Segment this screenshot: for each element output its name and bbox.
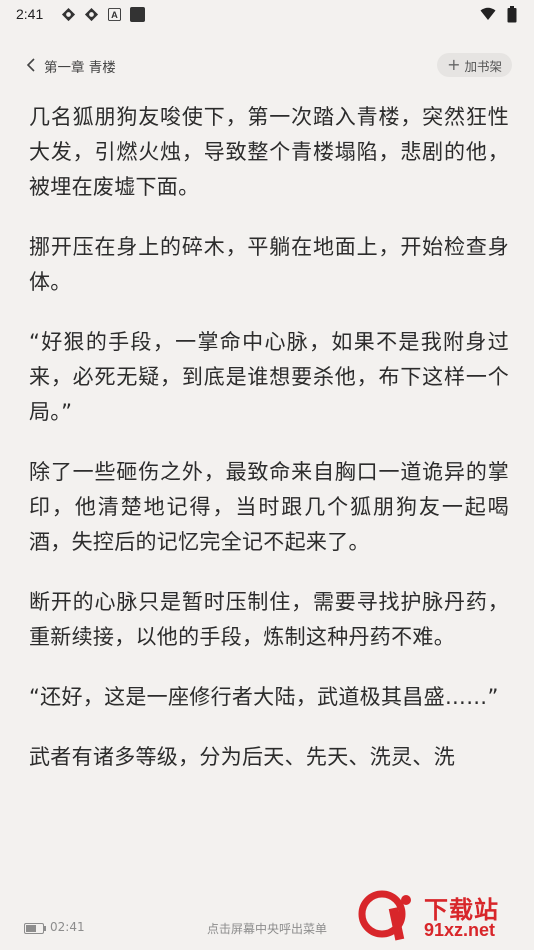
chevron-left-icon [26, 57, 36, 76]
site-watermark: 下载站 91xz.net [358, 888, 530, 946]
watermark-logo-icon [358, 890, 411, 941]
back-button[interactable]: 第一章 青楼 [26, 56, 116, 76]
add-to-bookshelf-button[interactable]: + 加书架 [437, 53, 512, 77]
status-right [480, 5, 520, 22]
status-time: 2:41 [16, 6, 44, 22]
paragraph: “还好，这是一座修行者大陆，武道极其昌盛……” [29, 685, 499, 709]
wifi-icon [480, 6, 496, 22]
app-a-icon: A [106, 6, 122, 22]
paragraph: 武者有诸多等级，分为后天、先天、洗灵、洗 [29, 745, 455, 769]
status-bar: 2:41 A [0, 0, 534, 30]
svg-text:A: A [111, 10, 118, 20]
square-app-icon [129, 6, 145, 22]
plus-icon: + [447, 55, 461, 74]
paragraph: 挪开压在身上的碎木，平躺在地面上，开始检查身体。 [29, 235, 509, 294]
add-shelf-label: 加书架 [464, 58, 502, 74]
paragraph: 除了一些砸伤之外，最致命来自胸口一道诡异的掌印，他清楚地记得，当时跟几个狐朋狗友… [29, 460, 509, 554]
paragraph: 几名狐朋狗友唆使下，第一次踏入青楼，突然狂性大发，引燃火烛，导致整个青楼塌陷，悲… [29, 105, 509, 199]
chapter-title: 第一章 青楼 [44, 60, 116, 76]
paragraph: 断开的心脉只是暂时压制住，需要寻找护脉丹药，重新续接，以他的手段，炼制这种丹药不… [29, 590, 509, 649]
reader-header: 第一章 青楼 + 加书架 [0, 50, 534, 80]
watermark-url: 91xz.net [424, 920, 496, 940]
settings-badge-icon [60, 6, 76, 22]
chapter-content[interactable]: 几名狐朋狗友唆使下，第一次踏入青楼，突然狂性大发，引燃火烛，导致整个青楼塌陷，悲… [29, 100, 509, 800]
battery-icon [504, 5, 520, 22]
paragraph: “好狠的手段，一掌命中心脉，如果不是我附身过来，必死无疑，到底是谁想要杀他，布下… [29, 330, 509, 424]
status-notification-icons: A [60, 6, 145, 22]
settings-badge-icon [83, 6, 99, 22]
